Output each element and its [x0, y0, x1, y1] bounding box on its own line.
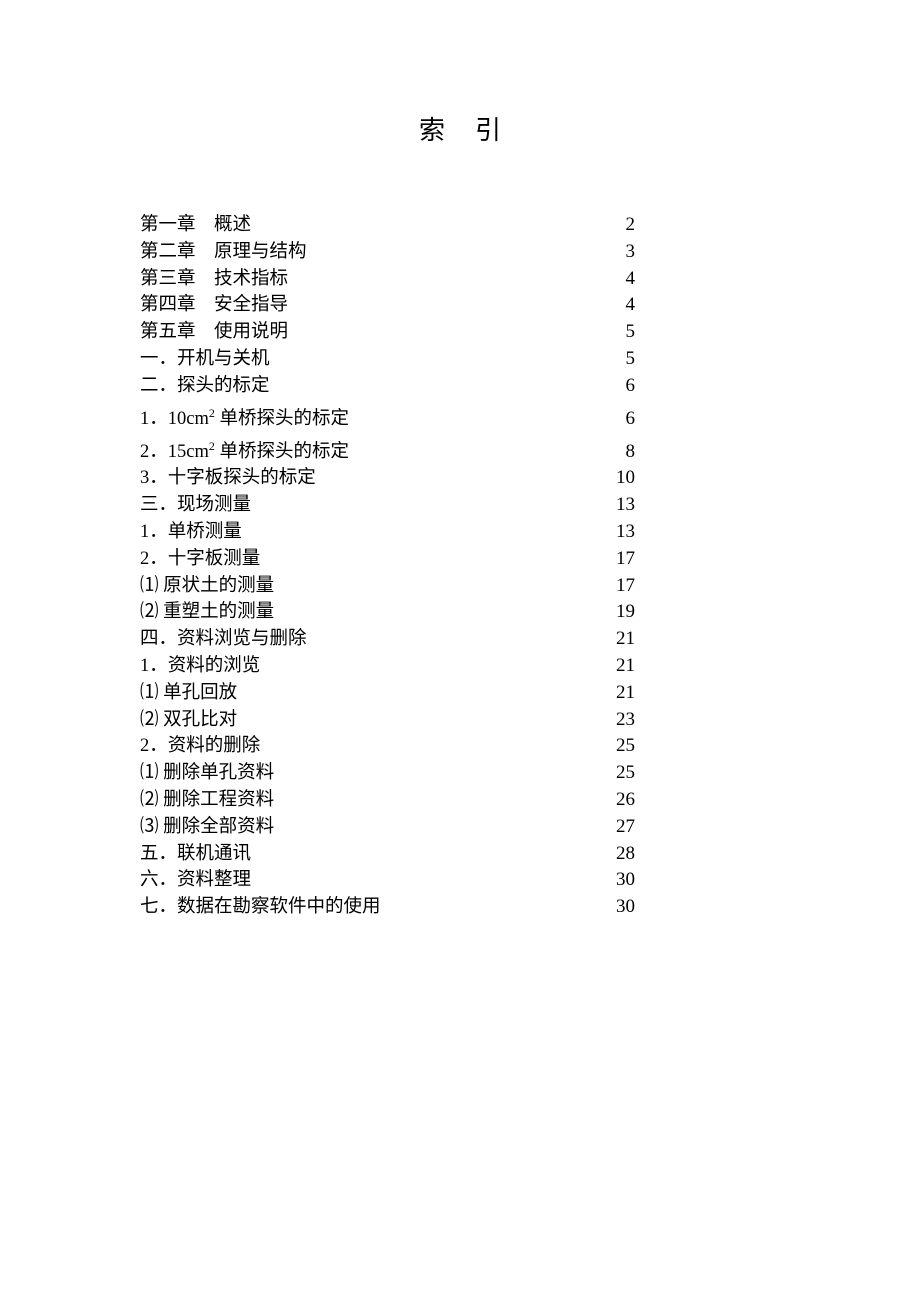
table-of-contents: 第一章 概述 2 第二章 原理与结构 3 第三章 技术指标 4 第四章 安全指导… [140, 212, 780, 921]
toc-label: ⑴ 单孔回放 [140, 680, 237, 707]
toc-page: 8 [626, 439, 781, 466]
toc-label: 七．数据在勘察软件中的使用 [140, 894, 381, 921]
toc-page: 19 [616, 599, 780, 626]
toc-label: ⑶ 删除全部资料 [140, 814, 274, 841]
toc-entry: 二．探头的标定 6 [140, 373, 780, 400]
toc-label: 第二章 原理与结构 [140, 239, 307, 266]
toc-label: 2．资料的删除 [140, 733, 260, 760]
toc-page: 25 [616, 760, 780, 787]
toc-page: 21 [616, 626, 780, 653]
toc-page: 5 [626, 319, 781, 346]
toc-label: ⑴ 原状土的测量 [140, 573, 274, 600]
toc-entry: 第二章 原理与结构 3 [140, 239, 780, 266]
toc-page: 13 [616, 492, 780, 519]
toc-label: 1．资料的浏览 [140, 653, 260, 680]
toc-label: 2．十字板测量 [140, 546, 260, 573]
toc-page: 25 [616, 733, 780, 760]
toc-label: 1．10cm2 单桥探头的标定 [140, 400, 349, 433]
toc-entry: 六．资料整理 30 [140, 867, 780, 894]
toc-label: 三．现场测量 [140, 492, 251, 519]
toc-page: 4 [626, 266, 781, 293]
toc-page: 27 [616, 814, 780, 841]
toc-entry: 2．十字板测量 17 [140, 546, 780, 573]
toc-entry: 第五章 使用说明 5 [140, 319, 780, 346]
page-container: 索引 第一章 概述 2 第二章 原理与结构 3 第三章 技术指标 4 第四章 安… [0, 0, 920, 921]
toc-entry: 四．资料浏览与删除 21 [140, 626, 780, 653]
toc-entry: 3．十字板探头的标定 10 [140, 465, 780, 492]
toc-entry: 七．数据在勘察软件中的使用 30 [140, 894, 780, 921]
toc-entry: ⑴ 原状土的测量 17 [140, 573, 780, 600]
toc-entry: 1．资料的浏览 21 [140, 653, 780, 680]
toc-label: 六．资料整理 [140, 867, 251, 894]
toc-entry: 第三章 技术指标 4 [140, 266, 780, 293]
toc-label: ⑴ 删除单孔资料 [140, 760, 274, 787]
toc-page: 26 [616, 787, 780, 814]
toc-entry: ⑵ 重塑土的测量 19 [140, 599, 780, 626]
toc-label: ⑵ 删除工程资料 [140, 787, 274, 814]
toc-label: 第四章 安全指导 [140, 292, 288, 319]
toc-label: 二．探头的标定 [140, 373, 270, 400]
toc-label: 第一章 概述 [140, 212, 251, 239]
toc-entry: 第四章 安全指导 4 [140, 292, 780, 319]
toc-label: 一．开机与关机 [140, 346, 270, 373]
toc-page: 21 [616, 680, 780, 707]
page-title: 索引 [140, 110, 780, 147]
toc-entry: ⑶ 删除全部资料 27 [140, 814, 780, 841]
toc-label: 3．十字板探头的标定 [140, 465, 316, 492]
toc-page: 30 [616, 894, 780, 921]
toc-page: 6 [626, 406, 781, 433]
toc-label: 第三章 技术指标 [140, 266, 288, 293]
toc-page: 2 [626, 212, 781, 239]
toc-entry: ⑵ 删除工程资料 26 [140, 787, 780, 814]
toc-page: 17 [616, 573, 780, 600]
toc-label: 五．联机通讯 [140, 841, 251, 868]
toc-entry: ⑵ 双孔比对 23 [140, 707, 780, 734]
toc-entry: ⑴ 删除单孔资料 25 [140, 760, 780, 787]
toc-entry: 一．开机与关机 5 [140, 346, 780, 373]
toc-page: 30 [616, 867, 780, 894]
toc-label: ⑵ 双孔比对 [140, 707, 237, 734]
toc-label: ⑵ 重塑土的测量 [140, 599, 274, 626]
toc-entry: ⑴ 单孔回放 21 [140, 680, 780, 707]
toc-page: 3 [626, 239, 781, 266]
toc-page: 23 [616, 707, 780, 734]
toc-entry: 2．资料的删除 25 [140, 733, 780, 760]
toc-entry: 2．15cm2 单桥探头的标定 8 [140, 433, 780, 466]
toc-page: 5 [626, 346, 781, 373]
toc-label: 四．资料浏览与删除 [140, 626, 307, 653]
toc-page: 28 [616, 841, 780, 868]
toc-entry: 1．单桥测量 13 [140, 519, 780, 546]
toc-page: 17 [616, 546, 780, 573]
toc-entry: 第一章 概述 2 [140, 212, 780, 239]
toc-entry: 五．联机通讯 28 [140, 841, 780, 868]
toc-label: 1．单桥测量 [140, 519, 242, 546]
toc-entry: 1．10cm2 单桥探头的标定 6 [140, 400, 780, 433]
toc-page: 4 [626, 292, 781, 319]
toc-page: 10 [616, 465, 780, 492]
toc-label: 第五章 使用说明 [140, 319, 288, 346]
toc-page: 6 [626, 373, 781, 400]
toc-entry: 三．现场测量 13 [140, 492, 780, 519]
toc-page: 21 [616, 653, 780, 680]
toc-label: 2．15cm2 单桥探头的标定 [140, 433, 349, 466]
toc-page: 13 [616, 519, 780, 546]
